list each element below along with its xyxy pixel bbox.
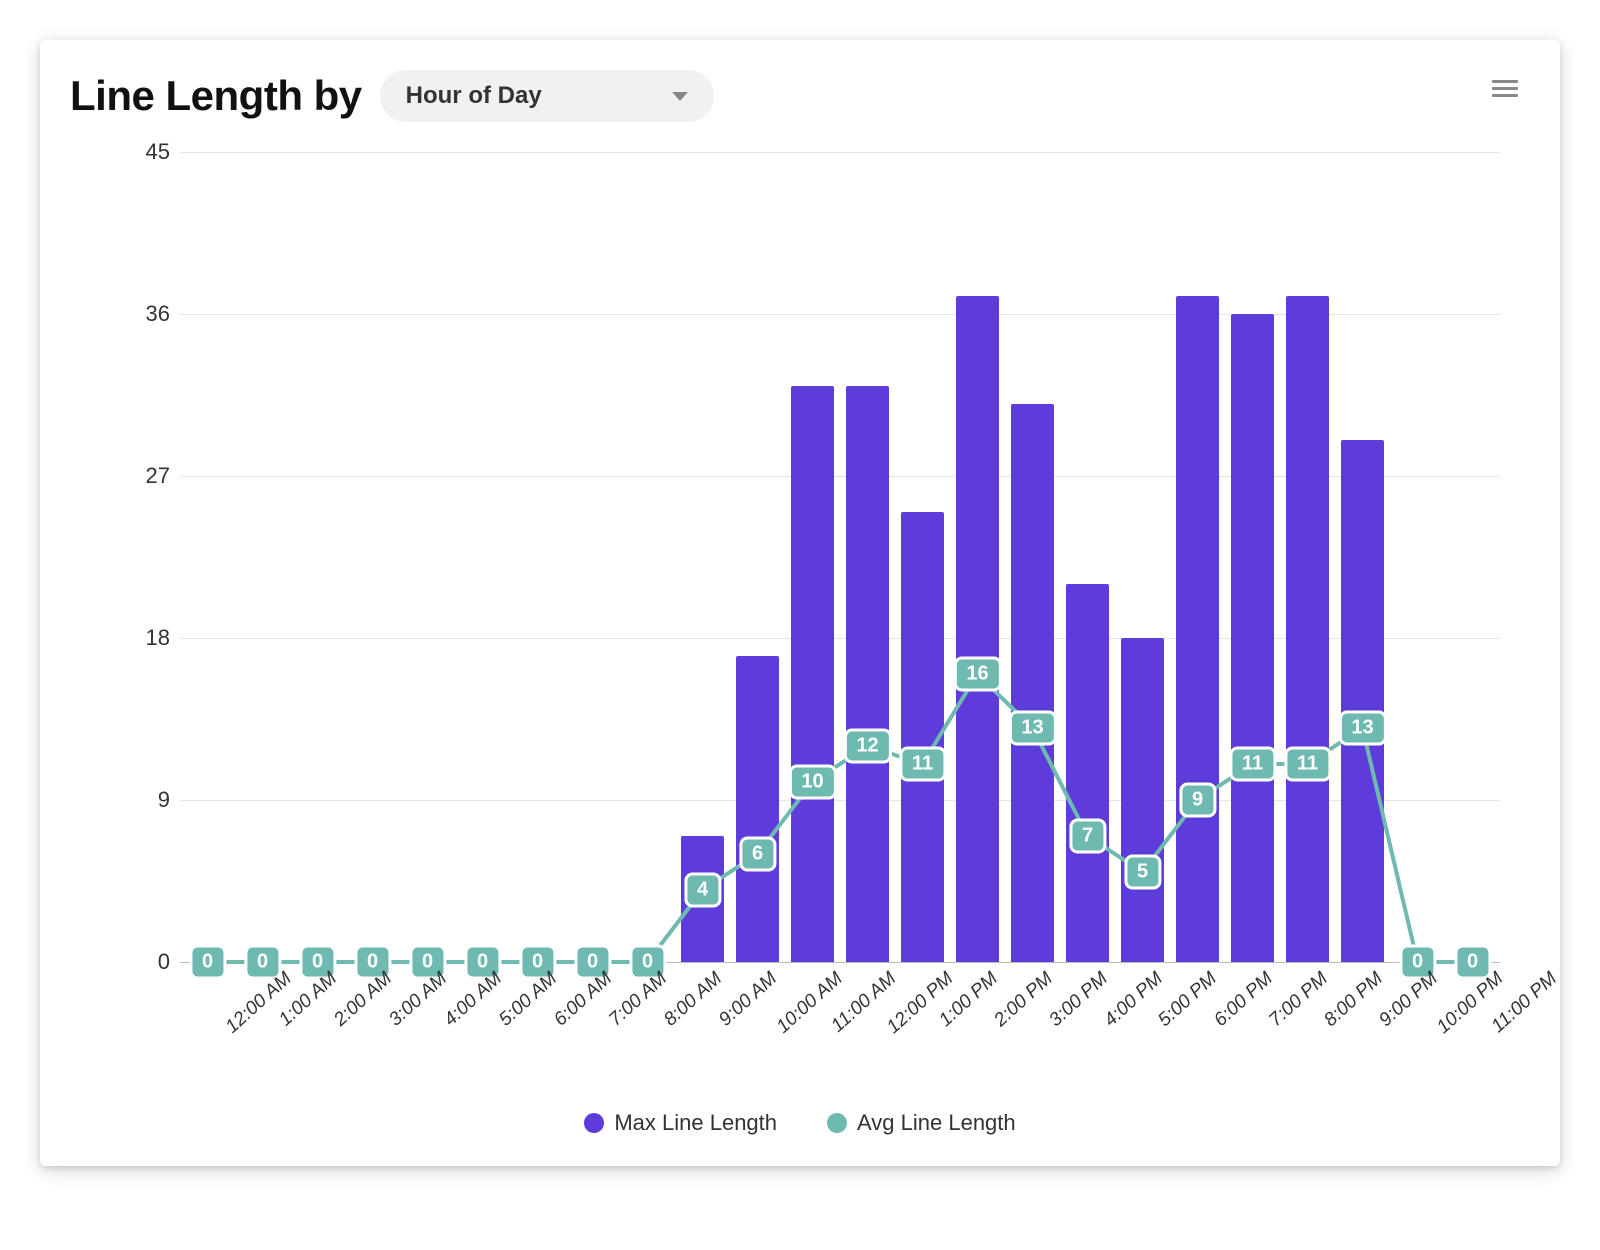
x-tick-label: 5:00 AM (494, 968, 561, 1031)
data-point-label[interactable]: 16 (953, 657, 1001, 692)
y-tick-label: 18 (130, 625, 170, 651)
x-tick-label: 5:00 PM (1155, 968, 1222, 1032)
chart-legend: Max Line Length Avg Line Length (70, 1110, 1530, 1136)
legend-swatch-bar (584, 1113, 604, 1133)
chart-header: Line Length by Hour of Day (70, 70, 1530, 122)
x-tick-label: 4:00 AM (439, 968, 506, 1031)
x-tick-label: 3:00 AM (384, 968, 451, 1031)
data-point-label[interactable]: 9 (1179, 783, 1216, 818)
x-tick-label: 2:00 PM (990, 968, 1057, 1032)
data-point-label[interactable]: 10 (788, 765, 836, 800)
x-tick-label: 3:00 PM (1045, 968, 1112, 1032)
x-tick-label: 9:00 AM (714, 968, 781, 1031)
x-tick-label: 7:00 AM (604, 968, 671, 1031)
x-axis-labels: 12:00 AM1:00 AM2:00 AM3:00 AM4:00 AM5:00… (180, 962, 1500, 1062)
select-value: Hour of Day (406, 82, 542, 110)
x-tick-label: 2:00 AM (329, 968, 396, 1031)
legend-item-max[interactable]: Max Line Length (584, 1110, 777, 1136)
data-point-label[interactable]: 11 (1229, 747, 1276, 782)
legend-swatch-line (827, 1113, 847, 1133)
x-tick-label: 6:00 AM (549, 968, 616, 1031)
x-tick-label: 8:00 AM (659, 968, 726, 1031)
chart-title: Line Length by (70, 72, 362, 120)
data-point-label[interactable]: 5 (1124, 855, 1161, 890)
data-point-label[interactable]: 13 (1008, 711, 1056, 746)
chart-plot-area: 0918273645000000000461012111613759111113… (70, 132, 1530, 962)
hamburger-menu-icon[interactable] (1492, 76, 1518, 101)
chart-card: Line Length by Hour of Day 0918273645000… (40, 40, 1560, 1166)
legend-label-avg: Avg Line Length (857, 1110, 1016, 1136)
y-tick-label: 0 (130, 949, 170, 975)
y-tick-label: 27 (130, 463, 170, 489)
group-by-select[interactable]: Hour of Day (380, 70, 714, 122)
data-point-label[interactable]: 11 (1284, 747, 1331, 782)
x-tick-label: 6:00 PM (1210, 968, 1277, 1032)
chevron-down-icon (672, 92, 688, 101)
data-point-label[interactable]: 13 (1338, 711, 1386, 746)
data-point-label[interactable]: 4 (684, 873, 721, 908)
data-point-label[interactable]: 7 (1069, 819, 1106, 854)
legend-item-avg[interactable]: Avg Line Length (827, 1110, 1016, 1136)
y-tick-label: 36 (130, 301, 170, 327)
y-tick-label: 45 (130, 139, 170, 165)
data-point-label[interactable]: 6 (739, 837, 776, 872)
x-tick-label: 4:00 PM (1100, 968, 1167, 1032)
x-tick-label: 8:00 PM (1320, 968, 1387, 1032)
legend-label-max: Max Line Length (614, 1110, 777, 1136)
y-tick-label: 9 (130, 787, 170, 813)
data-point-label[interactable]: 11 (899, 747, 946, 782)
data-point-label[interactable]: 12 (843, 729, 891, 764)
x-tick-label: 7:00 PM (1265, 968, 1332, 1032)
